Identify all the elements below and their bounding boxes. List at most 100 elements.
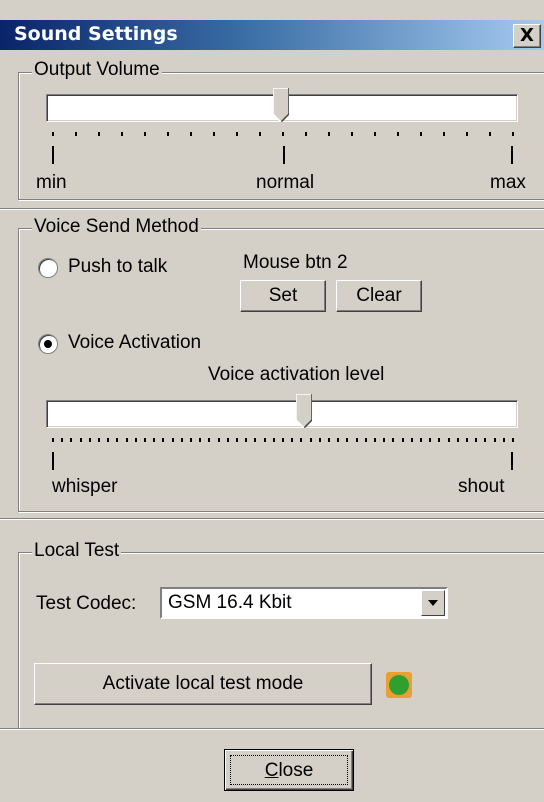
output-volume-ticks — [52, 132, 514, 142]
tick-mark — [328, 132, 330, 136]
tick-mark — [448, 438, 450, 442]
tick-mark — [475, 438, 477, 442]
close-icon: X — [520, 25, 534, 46]
voice-activation-ticks — [52, 438, 514, 448]
tick-mark — [503, 438, 505, 442]
tick-mark — [512, 132, 514, 136]
tick-mark — [218, 438, 220, 442]
tick-mark — [346, 438, 348, 442]
voice-activation-label[interactable]: Voice Activation — [68, 332, 201, 354]
close-button-focus: Close — [230, 755, 348, 785]
voice-activation-radio[interactable] — [38, 334, 58, 354]
tick-mark — [75, 132, 77, 136]
clear-button[interactable]: Clear — [336, 280, 422, 312]
window-title: Sound Settings — [14, 23, 178, 45]
voice-activation-thumb[interactable] — [296, 394, 312, 428]
tick-mark — [356, 438, 358, 442]
tick-mark — [199, 438, 201, 442]
set-button[interactable]: Set — [240, 280, 326, 312]
tick-mark — [213, 132, 215, 136]
tick-normal — [283, 146, 285, 164]
tick-mark — [411, 438, 413, 442]
push-to-talk-label[interactable]: Push to talk — [68, 256, 167, 278]
volume-normal-label: normal — [256, 172, 315, 193]
push-to-talk-radio[interactable] — [38, 258, 58, 278]
tick-mark — [236, 132, 238, 136]
tick-mark — [351, 132, 353, 136]
tick-mark — [98, 438, 100, 442]
divider-1 — [0, 208, 544, 210]
tick-mark — [282, 132, 284, 136]
tick-mark — [254, 438, 256, 442]
tick-mark — [429, 438, 431, 442]
tick-mark — [443, 132, 445, 136]
local-test-legend: Local Test — [32, 540, 122, 561]
tick-mark — [61, 438, 63, 442]
volume-min-label: min — [36, 172, 67, 193]
voice-activation-slider[interactable] — [46, 400, 518, 428]
tick-shout — [511, 452, 513, 470]
tick-mark — [162, 438, 164, 442]
tick-mark — [374, 132, 376, 136]
tick-mark — [489, 132, 491, 136]
tick-mark — [420, 132, 422, 136]
tick-mark — [107, 438, 109, 442]
test-codec-label: Test Codec: — [36, 593, 137, 614]
voice-send-legend: Voice Send Method — [32, 216, 201, 237]
test-codec-select[interactable]: GSM 16.4 Kbit — [160, 587, 448, 619]
tick-whisper — [52, 452, 54, 470]
tick-mark — [70, 438, 72, 442]
tick-mark — [494, 438, 496, 442]
activate-local-test-button[interactable]: Activate local test mode — [34, 663, 372, 705]
codec-dropdown-button[interactable] — [421, 590, 445, 616]
tick-mark — [402, 438, 404, 442]
tick-mark — [190, 438, 192, 442]
shout-label: shout — [458, 476, 505, 497]
tick-mark — [227, 438, 229, 442]
title-bar[interactable]: Sound Settings X — [0, 20, 544, 50]
tick-mark — [282, 438, 284, 442]
close-button[interactable]: Close — [224, 749, 354, 791]
tick-min — [52, 146, 54, 164]
title-close-button[interactable]: X — [513, 24, 541, 48]
tick-mark — [512, 438, 514, 442]
close-button-label: Close — [264, 760, 314, 781]
tick-mark — [466, 132, 468, 136]
tick-mark — [319, 438, 321, 442]
tick-mark — [80, 438, 82, 442]
output-volume-legend: Output Volume — [32, 59, 162, 80]
tick-mark — [365, 438, 367, 442]
tick-mark — [374, 438, 376, 442]
whisper-label: whisper — [52, 476, 118, 497]
tick-mark — [337, 438, 339, 442]
tick-mark — [144, 132, 146, 136]
tick-mark — [484, 438, 486, 442]
tick-mark — [457, 438, 459, 442]
test-codec-value: GSM 16.4 Kbit — [168, 592, 292, 613]
tick-mark — [291, 438, 293, 442]
tick-mark — [167, 132, 169, 136]
tick-max — [511, 146, 513, 164]
tick-mark — [52, 438, 54, 442]
divider-3 — [0, 728, 544, 730]
tick-mark — [89, 438, 91, 442]
tick-mark — [397, 132, 399, 136]
output-volume-thumb[interactable] — [273, 88, 289, 122]
tick-mark — [310, 438, 312, 442]
tick-mark — [420, 438, 422, 442]
tick-mark — [259, 132, 261, 136]
tick-mark — [300, 438, 302, 442]
sound-settings-window: Sound Settings X Output Volume min norma… — [0, 0, 544, 802]
tick-mark — [208, 438, 210, 442]
tick-mark — [121, 132, 123, 136]
tick-mark — [383, 438, 385, 442]
tick-mark — [466, 438, 468, 442]
tick-mark — [438, 438, 440, 442]
divider-2 — [0, 518, 544, 520]
activation-level-title: Voice activation level — [208, 364, 385, 385]
tick-mark — [153, 438, 155, 442]
tick-mark — [328, 438, 330, 442]
tick-mark — [172, 438, 174, 442]
tick-mark — [236, 438, 238, 442]
tick-mark — [135, 438, 137, 442]
